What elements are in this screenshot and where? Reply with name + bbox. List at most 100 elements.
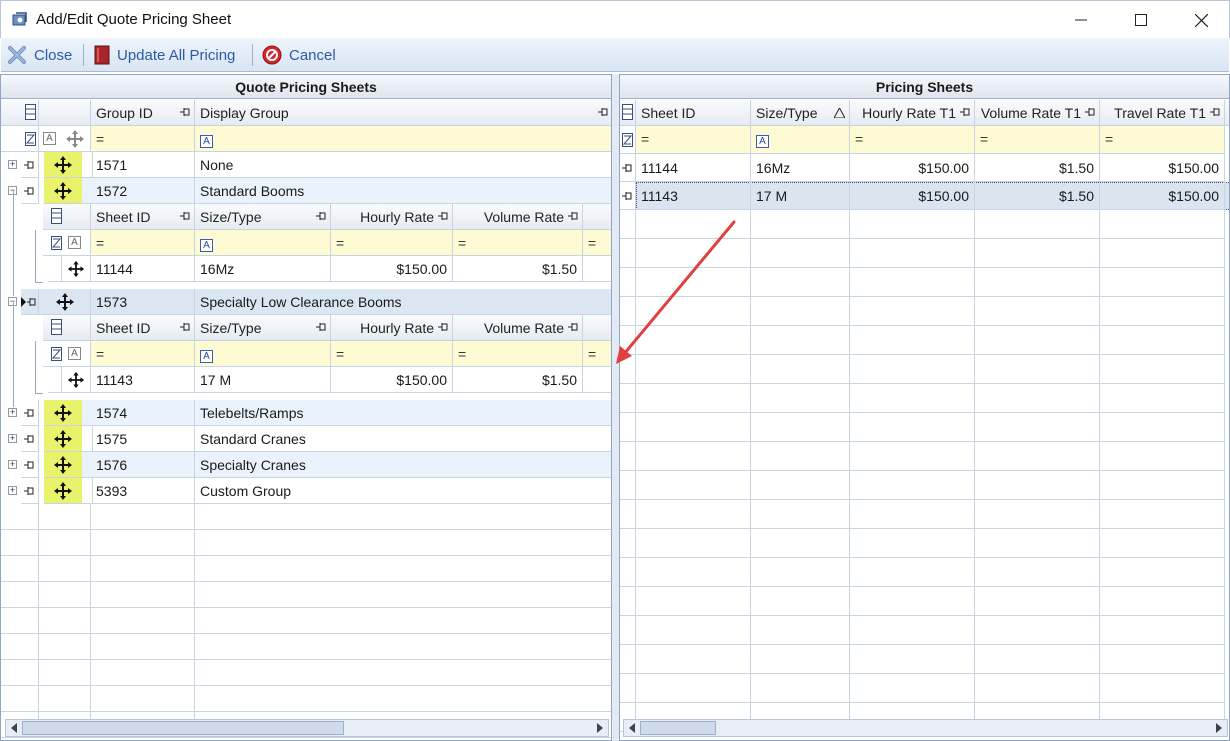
- filter-a-icon[interactable]: A: [68, 236, 81, 249]
- group-id-cell[interactable]: 1575: [91, 426, 195, 452]
- size-type-filter[interactable]: A: [195, 341, 331, 367]
- group-id-cell[interactable]: 5393: [91, 478, 195, 504]
- pin-icon[interactable]: [180, 107, 191, 117]
- pin-icon[interactable]: [1210, 107, 1221, 117]
- row-selector[interactable]: [48, 256, 62, 282]
- minimize-button[interactable]: [1051, 1, 1111, 39]
- display-group-cell[interactable]: None: [195, 152, 611, 178]
- group-id-cell[interactable]: 1574: [91, 400, 195, 426]
- hourly-rate-cell[interactable]: $150.00: [850, 182, 975, 210]
- update-all-pricing-button[interactable]: Update All Pricing: [94, 38, 235, 72]
- pin-icon[interactable]: [568, 322, 579, 332]
- group-id-cell[interactable]: 1572: [91, 178, 195, 204]
- clear-filter-icon[interactable]: [51, 236, 63, 250]
- scroll-left-icon[interactable]: [10, 723, 18, 733]
- filter-a-icon[interactable]: A: [200, 239, 213, 252]
- panel-splitter[interactable]: [612, 74, 619, 741]
- sheet-id-cell[interactable]: 11143: [91, 367, 195, 393]
- header-sheet-id[interactable]: Sheet ID: [636, 100, 751, 126]
- scrollbar-thumb[interactable]: [640, 721, 716, 735]
- group-id-filter[interactable]: =: [91, 126, 195, 152]
- group-id-cell[interactable]: 1573: [91, 289, 195, 315]
- header-sheet-id[interactable]: Sheet ID: [91, 315, 195, 341]
- header-hourly-rate[interactable]: Hourly Rate: [331, 204, 453, 230]
- travel-rate-cell[interactable]: $150.00: [1100, 182, 1225, 210]
- display-group-cell[interactable]: Specialty Cranes: [195, 452, 611, 478]
- filter-a-icon[interactable]: A: [756, 135, 769, 148]
- volume-rate-filter[interactable]: =: [453, 230, 583, 256]
- pin-icon[interactable]: [1085, 107, 1096, 117]
- cancel-button[interactable]: Cancel: [262, 38, 336, 72]
- filter-operator[interactable]: =: [96, 235, 104, 251]
- row-selector[interactable]: [21, 289, 39, 315]
- size-type-filter[interactable]: A: [195, 230, 331, 256]
- expand-icon[interactable]: +: [8, 434, 17, 443]
- pin-icon[interactable]: [438, 211, 449, 221]
- column-chooser-icon[interactable]: [43, 204, 91, 230]
- expand-icon[interactable]: +: [8, 486, 17, 495]
- expand-icon[interactable]: +: [8, 160, 17, 169]
- row-selector[interactable]: [21, 452, 39, 478]
- travel-rate-filter[interactable]: =: [1100, 126, 1225, 154]
- row-selector[interactable]: [21, 426, 39, 452]
- header-size-type[interactable]: Size/Type: [195, 204, 331, 230]
- column-chooser-icon[interactable]: [620, 100, 636, 126]
- filter-operator[interactable]: =: [336, 235, 344, 251]
- pin-icon[interactable]: [598, 107, 609, 117]
- expand-icon[interactable]: +: [8, 460, 17, 469]
- header-group-id[interactable]: Group ID: [91, 100, 195, 126]
- move-handle[interactable]: [44, 452, 82, 478]
- group-id-cell[interactable]: 1576: [91, 452, 195, 478]
- filter-operator[interactable]: =: [336, 346, 344, 362]
- move-handle[interactable]: [62, 367, 91, 393]
- group-row-active[interactable]: − 1573 Specialty Low Clearance Booms: [1, 289, 611, 315]
- size-type-filter[interactable]: A: [751, 126, 850, 154]
- volume-rate-cell[interactable]: $1.50: [975, 182, 1100, 210]
- row-selector[interactable]: [21, 478, 39, 504]
- row-selector[interactable]: [48, 367, 62, 393]
- pin-icon[interactable]: [180, 322, 191, 332]
- filter-operator[interactable]: =: [458, 346, 466, 362]
- header-size-type[interactable]: Size/Type: [195, 315, 331, 341]
- window-close-button[interactable]: [1171, 1, 1230, 39]
- scroll-right-icon[interactable]: [1215, 723, 1223, 733]
- filter-operator[interactable]: =: [458, 235, 466, 251]
- filter-operator[interactable]: =: [588, 346, 596, 362]
- filter-operator[interactable]: =: [641, 131, 649, 147]
- pin-icon[interactable]: [316, 211, 327, 221]
- filter-a-icon[interactable]: A: [68, 347, 81, 360]
- expand-icon[interactable]: +: [8, 408, 17, 417]
- display-group-cell[interactable]: Standard Cranes: [195, 426, 611, 452]
- column-chooser-icon[interactable]: [43, 315, 91, 341]
- close-button[interactable]: Close: [7, 38, 72, 72]
- header-size-type[interactable]: Size/Type: [751, 100, 850, 126]
- sheet-id-filter[interactable]: =: [91, 230, 195, 256]
- group-row[interactable]: + 5393 Custom Group: [1, 478, 611, 504]
- clear-filter-icon[interactable]: [25, 132, 37, 146]
- header-hourly-rate[interactable]: Hourly Rate: [331, 315, 453, 341]
- volume-rate-filter[interactable]: =: [975, 126, 1100, 154]
- scroll-right-icon[interactable]: [596, 723, 604, 733]
- pin-icon[interactable]: [180, 211, 191, 221]
- clear-filter-icon[interactable]: [622, 133, 634, 147]
- size-type-cell[interactable]: 17 M: [195, 367, 331, 393]
- hourly-rate-filter[interactable]: =: [331, 230, 453, 256]
- overflow-filter[interactable]: =: [583, 230, 611, 256]
- volume-rate-cell[interactable]: $1.50: [453, 256, 583, 282]
- overflow-filter[interactable]: =: [583, 341, 611, 367]
- filter-operator[interactable]: =: [96, 346, 104, 362]
- display-group-cell[interactable]: Specialty Low Clearance Booms: [195, 289, 611, 315]
- sheet-id-cell[interactable]: 11143: [636, 182, 751, 210]
- volume-rate-cell[interactable]: $1.50: [975, 154, 1100, 182]
- hourly-rate-filter[interactable]: =: [331, 341, 453, 367]
- child-data-row[interactable]: 11144 16Mz $150.00 $1.50: [1, 230, 611, 283]
- hourly-rate-cell[interactable]: $150.00: [331, 256, 453, 282]
- header-sheet-id[interactable]: Sheet ID: [91, 204, 195, 230]
- filter-a-icon[interactable]: A: [200, 135, 213, 148]
- display-group-cell[interactable]: Standard Booms: [195, 178, 611, 204]
- display-group-cell[interactable]: Telebelts/Ramps: [195, 400, 611, 426]
- move-handle[interactable]: [44, 478, 82, 504]
- pin-icon[interactable]: [438, 322, 449, 332]
- filter-a-icon[interactable]: A: [43, 132, 56, 145]
- scrollbar-thumb[interactable]: [22, 721, 344, 735]
